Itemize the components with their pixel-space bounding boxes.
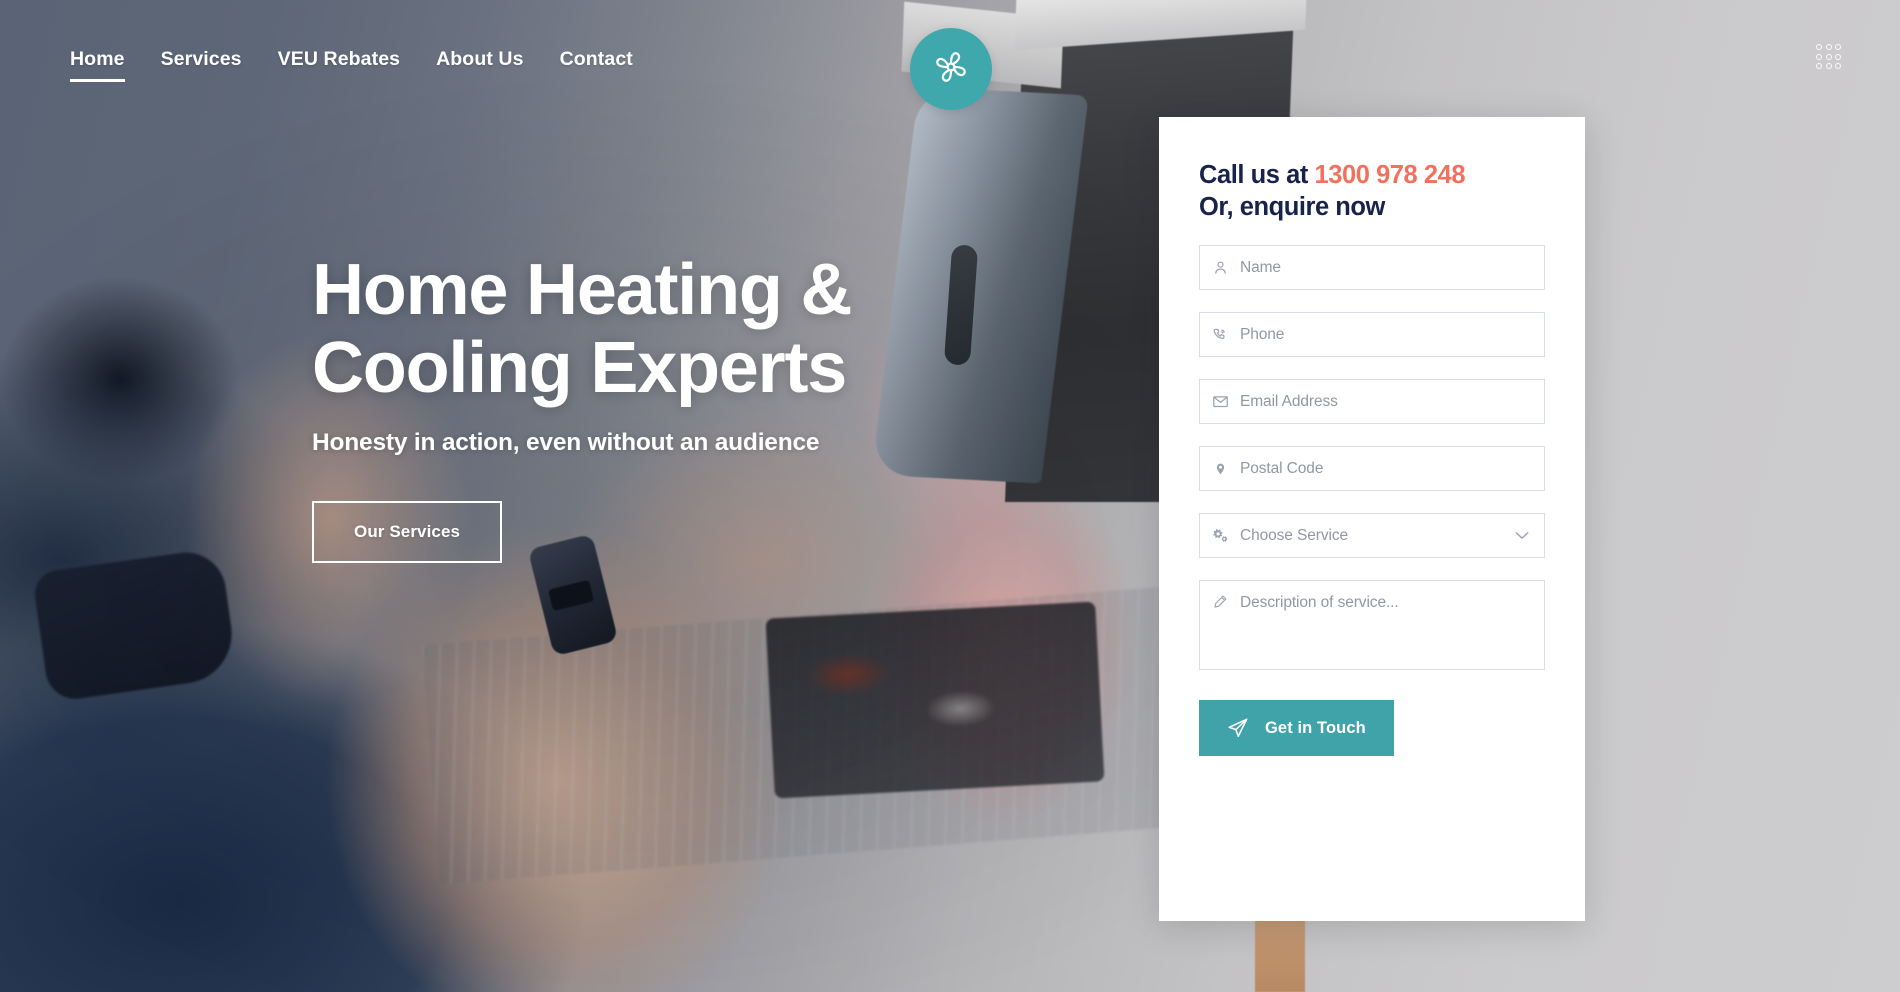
- wood-trim-shape: [1255, 910, 1305, 992]
- postal-code-field[interactable]: Postal Code: [1199, 446, 1545, 492]
- nav-item-services[interactable]: Services: [161, 48, 242, 82]
- hero-section: Home Heating & Cooling Experts Honesty i…: [312, 250, 972, 563]
- ac-internals-shape: [765, 601, 1105, 799]
- grid-dot: [1825, 63, 1832, 70]
- enquiry-form: Name Phone Email Address Postal Code Cho…: [1199, 245, 1545, 757]
- location-pin-icon: [1200, 461, 1240, 477]
- landing-page: Home Services VEU Rebates About Us Conta…: [0, 0, 1900, 992]
- paper-plane-icon: [1227, 717, 1249, 739]
- description-field[interactable]: Description of service...: [1199, 580, 1545, 671]
- grid-dot: [1825, 44, 1832, 50]
- nav-item-about-us[interactable]: About Us: [436, 48, 523, 82]
- gears-icon: [1200, 527, 1240, 544]
- hero-title: Home Heating & Cooling Experts: [312, 250, 972, 408]
- user-icon: [1200, 260, 1240, 275]
- grid-dot: [1816, 53, 1822, 60]
- main-navigation: Home Services VEU Rebates About Us Conta…: [70, 48, 633, 83]
- nav-item-home[interactable]: Home: [70, 48, 125, 83]
- get-in-touch-label: Get in Touch: [1265, 718, 1366, 737]
- our-services-button[interactable]: Our Services: [312, 500, 503, 563]
- grid-dot: [1835, 44, 1842, 50]
- hero-title-line-1: Home Heating &: [312, 250, 852, 330]
- name-field[interactable]: Name: [1199, 245, 1545, 291]
- choose-service-placeholder: Choose Service: [1240, 526, 1349, 544]
- envelope-icon: [1200, 393, 1240, 410]
- nav-item-veu-rebates[interactable]: VEU Rebates: [278, 48, 400, 82]
- nav-item-contact[interactable]: Contact: [560, 48, 633, 82]
- grid-dot: [1825, 53, 1832, 60]
- site-header: Home Services VEU Rebates About Us Conta…: [0, 0, 1900, 132]
- call-us-label: Call us at: [1199, 161, 1315, 189]
- grid-dot: [1835, 63, 1842, 70]
- email-placeholder: Email Address: [1240, 392, 1338, 410]
- grid-dot: [1816, 44, 1822, 50]
- email-field[interactable]: Email Address: [1199, 379, 1545, 425]
- phone-icon: [1200, 327, 1240, 343]
- phone-field[interactable]: Phone: [1199, 312, 1545, 358]
- grid-dot: [1835, 53, 1842, 60]
- pencil-icon: [1200, 594, 1240, 610]
- grid-dot: [1816, 63, 1822, 70]
- call-us-line: Call us at 1300 978 248: [1199, 159, 1545, 191]
- choose-service-select[interactable]: Choose Service: [1199, 513, 1545, 559]
- grid-dots-icon[interactable]: [1816, 44, 1842, 70]
- chevron-down-icon: [1515, 527, 1529, 545]
- enquiry-card: Call us at 1300 978 248 Or, enquire now …: [1159, 117, 1585, 921]
- hero-subtitle: Honesty in action, even without an audie…: [312, 428, 820, 456]
- enquiry-heading: Call us at 1300 978 248 Or, enquire now: [1199, 159, 1545, 223]
- get-in-touch-button[interactable]: Get in Touch: [1199, 700, 1394, 757]
- phone-placeholder: Phone: [1240, 325, 1285, 343]
- phone-number-link[interactable]: 1300 978 248: [1315, 161, 1466, 189]
- enquire-now-label: Or, enquire now: [1199, 193, 1385, 222]
- name-placeholder: Name: [1240, 258, 1281, 276]
- site-logo[interactable]: [910, 28, 992, 110]
- hero-title-line-2: Cooling Experts: [312, 327, 847, 408]
- fan-icon: [928, 44, 974, 95]
- postal-code-placeholder: Postal Code: [1240, 459, 1324, 477]
- face-mask-shape: [31, 547, 239, 703]
- description-placeholder: Description of service...: [1240, 594, 1399, 612]
